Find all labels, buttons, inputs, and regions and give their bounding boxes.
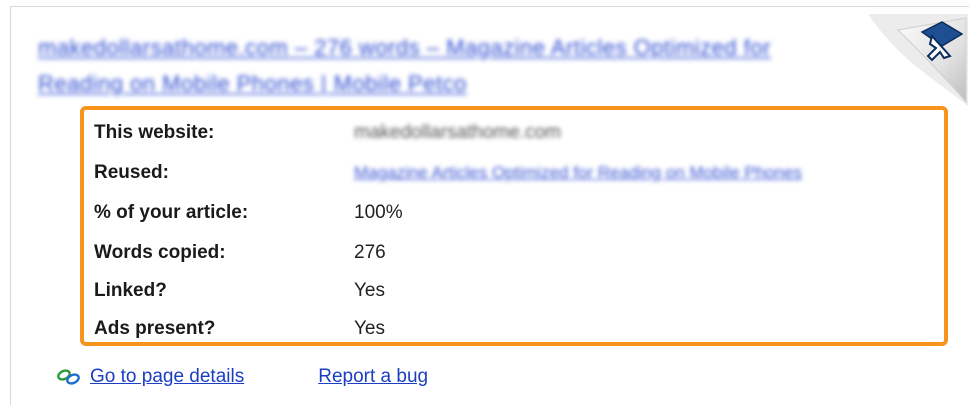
row-website: This website: makedollarsathome.com (94, 118, 561, 148)
row-reused: Reused: Magazine Articles Optimized for … (94, 158, 802, 188)
go-to-page-details-link[interactable]: Go to page details (90, 366, 244, 388)
words-copied-value: 276 (354, 242, 386, 263)
row-percent: % of your article: 100% (94, 198, 403, 228)
row-ads-present: Ads present? Yes (94, 314, 385, 344)
row-label: Reused: (94, 162, 169, 183)
link-chain-icon (57, 369, 80, 385)
percent-value: 100% (354, 202, 403, 223)
row-label: Words copied: (94, 242, 226, 263)
row-label: Linked? (94, 280, 167, 301)
ads-present-value: Yes (354, 318, 385, 339)
report-bug-link[interactable]: Report a bug (318, 366, 428, 388)
row-words-copied: Words copied: 276 (94, 238, 386, 268)
row-label: % of your article: (94, 202, 249, 223)
reused-article-link[interactable]: Magazine Articles Optimized for Reading … (354, 163, 802, 183)
linked-value: Yes (354, 280, 385, 301)
result-title-link[interactable]: makedollarsathome.com – 276 words – Maga… (38, 30, 858, 102)
row-label: Ads present? (94, 318, 216, 339)
row-label: This website: (94, 122, 215, 143)
copy-details-box: This website: makedollarsathome.com Reus… (80, 106, 948, 346)
page-curl-cursor-icon (868, 14, 968, 106)
row-linked: Linked? Yes (94, 276, 385, 306)
website-value: makedollarsathome.com (354, 122, 561, 143)
footer-links: Go to page details Report a bug (56, 366, 428, 388)
